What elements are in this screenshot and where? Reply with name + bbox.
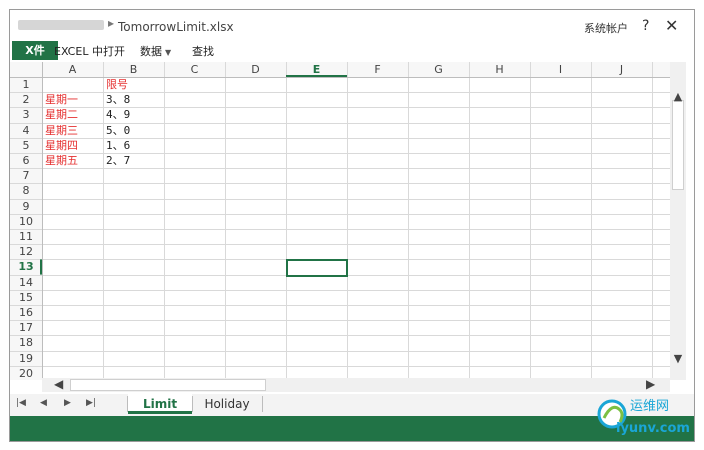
open-in-excel-button[interactable]: EXCEL 中打开 xyxy=(54,43,125,59)
column-header-f[interactable]: F xyxy=(347,62,408,77)
cell-a2[interactable]: 星期一 xyxy=(42,92,78,107)
column-header-h[interactable]: H xyxy=(469,62,530,77)
chevron-down-icon: ▼ xyxy=(165,48,172,57)
column-header-d[interactable]: D xyxy=(225,62,286,77)
row-header-19[interactable]: 19 xyxy=(10,351,42,366)
prev-sheet-icon[interactable]: ◀ xyxy=(40,398,47,408)
cell-b4[interactable]: 5、0 xyxy=(103,123,130,138)
breadcrumb-path-redacted xyxy=(18,20,104,30)
next-sheet-icon[interactable]: ▶ xyxy=(64,398,71,408)
cell-a4[interactable]: 星期三 xyxy=(42,123,78,138)
row-header-13[interactable]: 13 xyxy=(10,259,42,274)
cell-a6[interactable]: 星期五 xyxy=(42,153,78,168)
sheet-tab-limit[interactable]: Limit xyxy=(128,394,192,414)
tab-separator xyxy=(192,396,193,412)
cell-b6[interactable]: 2、7 xyxy=(103,153,130,168)
row-header-5[interactable]: 5 xyxy=(10,138,42,153)
row-header-18[interactable]: 18 xyxy=(10,335,42,350)
active-cell-selection[interactable] xyxy=(286,259,348,277)
help-button[interactable]: ? xyxy=(642,18,649,34)
close-button[interactable]: ✕ xyxy=(665,16,678,35)
column-header-e[interactable]: E xyxy=(286,62,347,77)
vertical-scroll-thumb[interactable] xyxy=(672,100,684,190)
row-header-1[interactable]: 1 xyxy=(10,77,42,92)
column-header-j[interactable]: J xyxy=(591,62,652,77)
row-header-14[interactable]: 14 xyxy=(10,275,42,290)
file-name: TomorrowLimit.xlsx xyxy=(118,20,234,34)
scroll-down-icon[interactable]: ▼ xyxy=(670,352,686,365)
column-header-b[interactable]: B xyxy=(103,62,164,77)
data-menu[interactable]: 数据 ▼ xyxy=(140,43,171,59)
title-bar: ▸ TomorrowLimit.xlsx 系统帐户 ? ✕ xyxy=(10,10,694,44)
cell-b2[interactable]: 3、8 xyxy=(103,92,130,107)
first-sheet-icon[interactable]: |◀ xyxy=(16,398,26,408)
row-header-11[interactable]: 11 xyxy=(10,229,42,244)
file-tab[interactable]: X件 xyxy=(12,41,58,60)
watermark-logo: 运维网 iyunv.com xyxy=(597,399,690,436)
row-header-10[interactable]: 10 xyxy=(10,214,42,229)
excel-window: ▸ TomorrowLimit.xlsx 系统帐户 ? ✕ X件 EXCEL 中… xyxy=(9,9,695,442)
find-button[interactable]: 查找 xyxy=(192,43,214,59)
column-header-i[interactable]: I xyxy=(530,62,591,77)
scroll-up-icon[interactable]: ▲ xyxy=(670,90,686,103)
cell-a5[interactable]: 星期四 xyxy=(42,138,78,153)
scroll-left-icon[interactable]: ◀ xyxy=(54,377,63,391)
row-header-15[interactable]: 15 xyxy=(10,290,42,305)
cell-b5[interactable]: 1、6 xyxy=(103,138,130,153)
sheet-tab-holiday[interactable]: Holiday xyxy=(194,394,260,414)
watermark-title: 运维网 xyxy=(630,399,669,414)
row-header-12[interactable]: 12 xyxy=(10,244,42,259)
cell-b3[interactable]: 4、9 xyxy=(103,107,130,122)
status-bar xyxy=(10,416,694,441)
sheet-tab-bar xyxy=(10,394,694,416)
horizontal-scroll-thumb[interactable] xyxy=(70,379,266,391)
row-header-20[interactable]: 20 xyxy=(10,366,42,380)
last-sheet-icon[interactable]: ▶| xyxy=(86,398,96,408)
row-header-6[interactable]: 6 xyxy=(10,153,42,168)
row-header-17[interactable]: 17 xyxy=(10,320,42,335)
row-header-8[interactable]: 8 xyxy=(10,183,42,198)
row-header-3[interactable]: 3 xyxy=(10,107,42,122)
column-header-c[interactable]: C xyxy=(164,62,225,77)
cell-b1[interactable]: 限号 xyxy=(103,77,128,92)
tab-separator xyxy=(262,396,263,412)
column-header-a[interactable]: A xyxy=(42,62,103,77)
row-header-2[interactable]: 2 xyxy=(10,92,42,107)
row-header-9[interactable]: 9 xyxy=(10,199,42,214)
account-button[interactable]: 系统帐户 xyxy=(584,20,628,36)
row-header-4[interactable]: 4 xyxy=(10,123,42,138)
cell-a3[interactable]: 星期二 xyxy=(42,107,78,122)
watermark-url: iyunv.com xyxy=(616,421,690,436)
breadcrumb-separator-icon: ▸ xyxy=(108,16,115,30)
row-header-16[interactable]: 16 xyxy=(10,305,42,320)
column-header-g[interactable]: G xyxy=(408,62,469,77)
row-header-7[interactable]: 7 xyxy=(10,168,42,183)
spreadsheet-grid[interactable]: A B C D E F G H I J 1 2 3 4 5 6 7 8 9 10 11 12 13 14 15 16 17 18 19 2… xyxy=(10,62,670,380)
data-menu-label: 数据 xyxy=(140,45,162,58)
